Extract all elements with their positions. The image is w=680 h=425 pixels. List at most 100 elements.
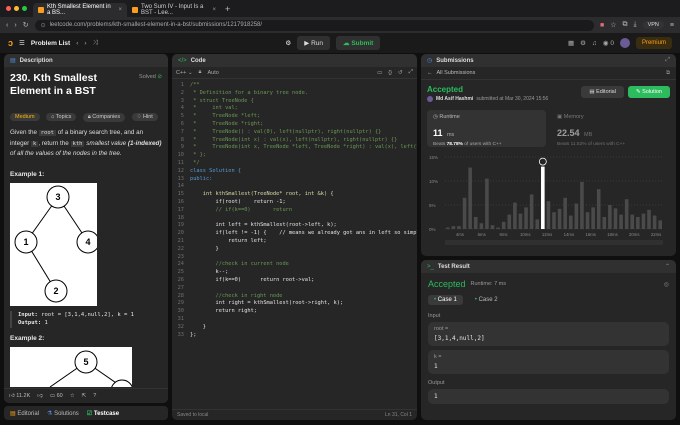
run-button[interactable]: ▶ Run [297, 36, 330, 50]
topics-chip[interactable]: ⌂ Topics [46, 113, 77, 121]
highlighted-bar[interactable] [541, 166, 545, 229]
bar[interactable] [585, 212, 590, 229]
language-select[interactable]: C++ ⌄ [176, 70, 193, 76]
code-tab[interactable]: </> Code [172, 54, 417, 67]
avatar[interactable] [619, 38, 630, 48]
collapse-icon[interactable]: ⌃ [665, 263, 670, 270]
window-controls[interactable] [6, 6, 27, 11]
autocomplete-toggle[interactable]: Auto [207, 70, 218, 76]
bar[interactable] [602, 217, 607, 229]
back-icon[interactable]: ‹ [6, 22, 8, 29]
bar[interactable] [524, 207, 528, 229]
favorite-icon[interactable]: ☆ [70, 393, 75, 399]
comments-button[interactable]: ▭ 60 [50, 393, 63, 399]
tab-solutions[interactable]: ⚗ Solutions [47, 410, 79, 417]
companies-chip[interactable]: 🔒︎ Companies [82, 113, 126, 122]
tab-editorial[interactable]: ▤ Editorial [10, 410, 39, 417]
format-icon[interactable]: {} [388, 70, 392, 76]
bar[interactable] [591, 207, 595, 229]
menu-icon[interactable]: ≡ [670, 22, 674, 29]
forward-icon[interactable]: › [14, 22, 16, 29]
url-field[interactable]: ⊙ leetcode.com/problems/kth-smallest-elem… [34, 19, 594, 31]
runtime-card[interactable]: ◷ Runtime 11 ms Beats 78.78% of users wi… [427, 110, 546, 147]
problem-list-link[interactable]: Problem List [31, 40, 70, 47]
bar[interactable] [490, 225, 495, 229]
bar[interactable] [630, 214, 635, 229]
bar[interactable] [636, 217, 640, 229]
feedback-icon[interactable]: ? [93, 393, 96, 399]
share-icon[interactable]: ⇱ [82, 393, 87, 399]
next-problem-icon[interactable]: › [84, 40, 86, 47]
bar[interactable] [485, 178, 489, 229]
expand-icon[interactable]: ⤢ [665, 57, 670, 64]
problem-list-icon[interactable]: ☰ [19, 39, 25, 47]
browser-tab[interactable]: Two Sum IV - Input Is a BST - Lee... × [127, 3, 221, 17]
range-slider[interactable] [445, 240, 663, 245]
bar[interactable] [473, 217, 478, 229]
solution-button[interactable]: ✎ Solution [627, 86, 670, 98]
debug-icon[interactable]: ◎ [664, 281, 669, 288]
streak-icon[interactable]: ◉ 0 [603, 39, 614, 47]
bar[interactable] [652, 215, 657, 229]
runtime-distribution-chart[interactable]: 15% 10% 5% 0% 4ms 6ms 8ms 10ms 12ms 14ms 16ms 18ms 2… [427, 151, 670, 247]
like-button[interactable]: 👍︎ 11.2K [9, 393, 30, 399]
description-tab[interactable]: ▤ Description [4, 54, 168, 67]
bar[interactable] [641, 213, 646, 229]
bar[interactable] [658, 220, 662, 229]
all-submissions-link[interactable]: ← All Submissions ⧉ [421, 67, 676, 80]
premium-button[interactable]: Premium [635, 37, 672, 49]
expand-icon[interactable]: ⤢ [409, 69, 413, 76]
browser-tab[interactable]: Kth Smallest Element in a BS... × [33, 3, 127, 17]
bar[interactable] [457, 226, 461, 229]
bookmark-icon[interactable]: ☆ [610, 21, 616, 29]
download-icon[interactable]: ⤓ [633, 21, 636, 29]
bar[interactable] [535, 219, 540, 229]
tab-testcase[interactable]: ☑ Testcase [87, 410, 119, 417]
bar[interactable] [574, 203, 579, 229]
close-tab-icon[interactable]: × [118, 7, 122, 13]
settings-icon[interactable]: ⚙ [580, 39, 586, 47]
code-editor[interactable]: 1 2 3 4 5 6 7 8 9 10 11 12 13 14 15 16 17 18 19 20 21 22 23 24 2… [172, 79, 417, 401]
editorial-button[interactable]: ▤ Editorial [581, 86, 624, 98]
submitter-name[interactable]: Md Asif Hashmi [436, 96, 473, 102]
share-icon[interactable]: ⧉ [666, 70, 670, 77]
bar[interactable] [518, 213, 523, 229]
bar[interactable] [507, 214, 512, 229]
notifications-icon[interactable]: ♫ [592, 40, 597, 47]
submit-button[interactable]: ☁ Submit [336, 36, 381, 50]
submissions-tab[interactable]: ◷ Submissions ⤢ [421, 54, 676, 67]
bar[interactable] [608, 205, 612, 229]
bar[interactable] [446, 227, 450, 229]
bar[interactable] [513, 202, 517, 229]
bar[interactable] [580, 181, 584, 229]
reset-icon[interactable]: ↺ [398, 70, 403, 76]
case-1-tab[interactable]: • Case 1 [428, 295, 463, 305]
bar[interactable] [568, 215, 573, 229]
case-2-tab[interactable]: • Case 2 [469, 295, 504, 305]
reload-icon[interactable]: ↻ [23, 21, 29, 29]
extension-icon[interactable]: ■ [600, 22, 604, 29]
bar[interactable] [546, 201, 551, 229]
bar[interactable] [557, 208, 562, 229]
hint-chip[interactable]: ♢ Hint [131, 113, 158, 121]
bar[interactable] [468, 167, 472, 229]
bar[interactable] [496, 227, 500, 229]
bar[interactable] [563, 197, 567, 229]
prev-problem-icon[interactable]: ‹ [76, 40, 78, 47]
bar[interactable] [451, 226, 456, 229]
bar[interactable] [501, 221, 506, 229]
dislike-icon[interactable]: 👎︎ [37, 393, 43, 399]
leetcode-logo-icon[interactable]: ↄ [8, 38, 13, 48]
bar[interactable] [596, 189, 601, 229]
test-result-tab[interactable]: >_ Test Result ⌃ [421, 260, 676, 273]
bar[interactable] [529, 194, 534, 229]
bar[interactable] [613, 208, 618, 229]
extensions-icon[interactable]: ⧉ [622, 21, 627, 29]
notes-icon[interactable]: ▦ [568, 39, 574, 47]
close-tab-icon[interactable]: × [212, 7, 216, 13]
new-tab-icon[interactable]: + [225, 4, 230, 14]
shuffle-icon[interactable]: ⤨ [93, 39, 98, 47]
vpn-button[interactable]: VPN [642, 21, 664, 29]
bar[interactable] [624, 199, 629, 229]
debug-icon[interactable]: ⚙ [285, 39, 291, 47]
